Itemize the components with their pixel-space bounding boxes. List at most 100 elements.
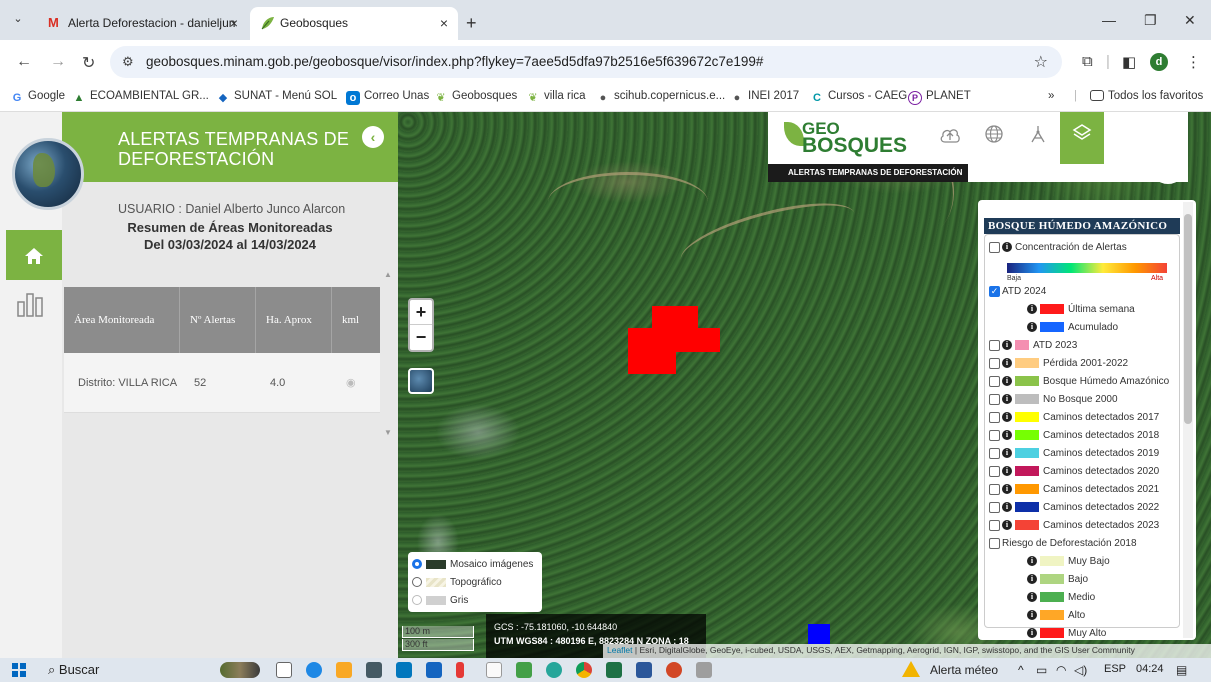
globe-extent-icon[interactable] xyxy=(408,368,434,394)
layer-caminos-2019[interactable]: i Caminos detectados 2019 xyxy=(989,445,1159,461)
tab-search-menu-icon[interactable]: ⌄ xyxy=(10,12,26,28)
side-panel-icon[interactable]: ◧ xyxy=(1122,53,1136,71)
calculator-icon[interactable] xyxy=(696,662,712,678)
info-icon[interactable]: i xyxy=(1002,520,1012,530)
geobosques-logo[interactable]: GEO BOSQUES xyxy=(768,112,928,164)
layer-checkbox[interactable] xyxy=(989,393,1000,405)
layer-caminos-2017[interactable]: i Caminos detectados 2017 xyxy=(989,409,1159,425)
basemap-radio[interactable] xyxy=(412,595,422,605)
legend-scrollbar[interactable] xyxy=(1183,202,1193,638)
bookmark-inei[interactable]: ● INEI 2017 xyxy=(730,90,799,105)
layer-checkbox[interactable] xyxy=(989,447,1000,459)
tab-close-icon[interactable]: × xyxy=(230,15,238,31)
notepad-icon[interactable] xyxy=(486,662,502,678)
bookmark-villa-rica[interactable]: ❦ villa rica xyxy=(526,90,585,105)
info-icon[interactable]: i xyxy=(1002,242,1012,252)
info-icon[interactable]: i xyxy=(1027,610,1037,620)
zoom-out-button[interactable]: − xyxy=(410,325,432,350)
forward-icon[interactable]: → xyxy=(50,53,66,71)
all-bookmarks-button[interactable]: Todos los favoritos xyxy=(1090,90,1203,102)
extensions-icon[interactable]: ⧉ xyxy=(1082,53,1093,70)
edge-icon[interactable] xyxy=(306,662,322,678)
info-icon[interactable]: i xyxy=(1002,340,1012,350)
bookmark-ecoambiental[interactable]: ▲ ECOAMBIENTAL GR... xyxy=(72,90,209,105)
site-info-icon[interactable]: ⚙ xyxy=(122,54,134,70)
restore-icon[interactable]: ❐ xyxy=(1144,12,1157,29)
legend-scroll-thumb[interactable] xyxy=(1184,214,1192,424)
layer-checkbox[interactable] xyxy=(989,501,1000,513)
zoom-in-button[interactable]: + xyxy=(410,300,432,325)
layer-caminos-2018[interactable]: i Caminos detectados 2018 xyxy=(989,427,1159,443)
close-window-icon[interactable]: ✕ xyxy=(1184,12,1196,29)
language-indicator[interactable]: ESP xyxy=(1104,663,1126,675)
layer-caminos-2022[interactable]: i Caminos detectados 2022 xyxy=(989,499,1159,515)
bookmark-sunat[interactable]: ◆ SUNAT - Menú SOL xyxy=(216,90,337,105)
info-icon[interactable]: i xyxy=(1002,466,1012,476)
deforestation-alert-patch[interactable] xyxy=(628,328,720,352)
info-icon[interactable]: i xyxy=(1002,448,1012,458)
bookmark-google[interactable]: G Google xyxy=(10,90,65,105)
task-view-icon[interactable] xyxy=(276,662,292,678)
home-icon[interactable] xyxy=(6,230,62,280)
deforestation-alert-patch[interactable] xyxy=(628,352,676,374)
profile-avatar[interactable]: d xyxy=(1150,53,1168,71)
word-icon[interactable] xyxy=(636,662,652,678)
browser-menu-icon[interactable]: ⋮ xyxy=(1186,53,1201,71)
cloud-upload-icon[interactable] xyxy=(928,112,972,164)
bar-chart-icon[interactable] xyxy=(16,288,46,318)
bookmark-scihub[interactable]: ● scihub.copernicus.e... xyxy=(596,90,726,105)
layer-bosque-humedo[interactable]: i Bosque Húmedo Amazónico xyxy=(989,373,1169,389)
volume-icon[interactable]: ◁) xyxy=(1074,663,1087,677)
layer-checkbox[interactable] xyxy=(989,465,1000,477)
tab-alerta-deforestacion[interactable]: M Alerta Deforestacion - danieljun × xyxy=(38,7,248,40)
bookmark-cursos-caeg[interactable]: C Cursos - CAEG xyxy=(810,90,907,105)
url-field[interactable]: ⚙ geobosques.minam.gob.pe/geobosque/viso… xyxy=(110,46,1062,78)
clock[interactable]: 04:24 xyxy=(1136,663,1164,675)
layer-checkbox[interactable] xyxy=(989,411,1000,423)
camera-icon[interactable] xyxy=(516,662,532,678)
layer-checkbox[interactable] xyxy=(989,375,1000,387)
notifications-icon[interactable]: ▤ xyxy=(1176,663,1187,677)
info-icon[interactable]: i xyxy=(1002,502,1012,512)
layer-checkbox[interactable] xyxy=(989,483,1000,495)
info-icon[interactable]: i xyxy=(1027,304,1037,314)
battery-icon[interactable]: ▭ xyxy=(1036,663,1047,677)
info-icon[interactable]: i xyxy=(1002,412,1012,422)
panel-scroll-down-icon[interactable]: ▼ xyxy=(384,428,392,437)
info-icon[interactable]: i xyxy=(1002,430,1012,440)
zoom-app-icon[interactable] xyxy=(426,662,442,678)
globe-icon[interactable] xyxy=(972,112,1016,164)
leaflet-link[interactable]: Leaflet xyxy=(607,645,633,655)
layer-riesgo-2018[interactable]: Riesgo de Deforestación 2018 xyxy=(989,535,1137,551)
file-explorer-icon[interactable] xyxy=(336,662,352,678)
layer-checkbox[interactable] xyxy=(989,429,1000,441)
layer-atd-2024[interactable]: ✓ ATD 2024 xyxy=(989,283,1046,299)
info-icon[interactable]: i xyxy=(1002,376,1012,386)
info-icon[interactable]: i xyxy=(1027,628,1037,638)
more-bookmarks-button[interactable]: » xyxy=(1048,90,1054,102)
weather-alert-label[interactable]: Alerta méteo xyxy=(930,663,998,677)
info-icon[interactable]: i xyxy=(1027,574,1037,584)
hamburger-menu-icon[interactable]: ≡ xyxy=(1150,148,1186,184)
layer-caminos-2020[interactable]: i Caminos detectados 2020 xyxy=(989,463,1159,479)
powerpoint-icon[interactable] xyxy=(666,662,682,678)
layer-checkbox[interactable] xyxy=(989,357,1000,369)
layer-concentracion[interactable]: i Concentración de Alertas xyxy=(989,239,1127,255)
tray-chevron-icon[interactable]: ^ xyxy=(1018,663,1024,677)
layer-caminos-2023[interactable]: i Caminos detectados 2023 xyxy=(989,517,1159,533)
layer-perdida[interactable]: i Pérdida 2001-2022 xyxy=(989,355,1128,371)
table-row[interactable]: Distrito: VILLA RICA 52 4.0 ◉ xyxy=(64,353,380,413)
deforestation-alert-patch[interactable] xyxy=(652,306,698,328)
kml-download-cell[interactable]: ◉ xyxy=(332,353,380,413)
store-icon[interactable] xyxy=(366,662,382,678)
basemap-topografico[interactable]: Topográfico xyxy=(412,574,502,590)
collapse-panel-button[interactable]: ‹ xyxy=(362,126,384,148)
maps-icon[interactable] xyxy=(546,662,562,678)
panel-scroll-up-icon[interactable]: ▲ xyxy=(384,270,392,279)
basemap-gris[interactable]: Gris xyxy=(412,592,468,608)
bookmark-planet[interactable]: P PLANET xyxy=(908,90,971,105)
info-icon[interactable]: i xyxy=(1027,592,1037,602)
layer-checkbox[interactable] xyxy=(989,537,1000,549)
layer-atd-2023[interactable]: i ATD 2023 xyxy=(989,337,1077,353)
tab-close-icon[interactable]: × xyxy=(440,15,448,31)
